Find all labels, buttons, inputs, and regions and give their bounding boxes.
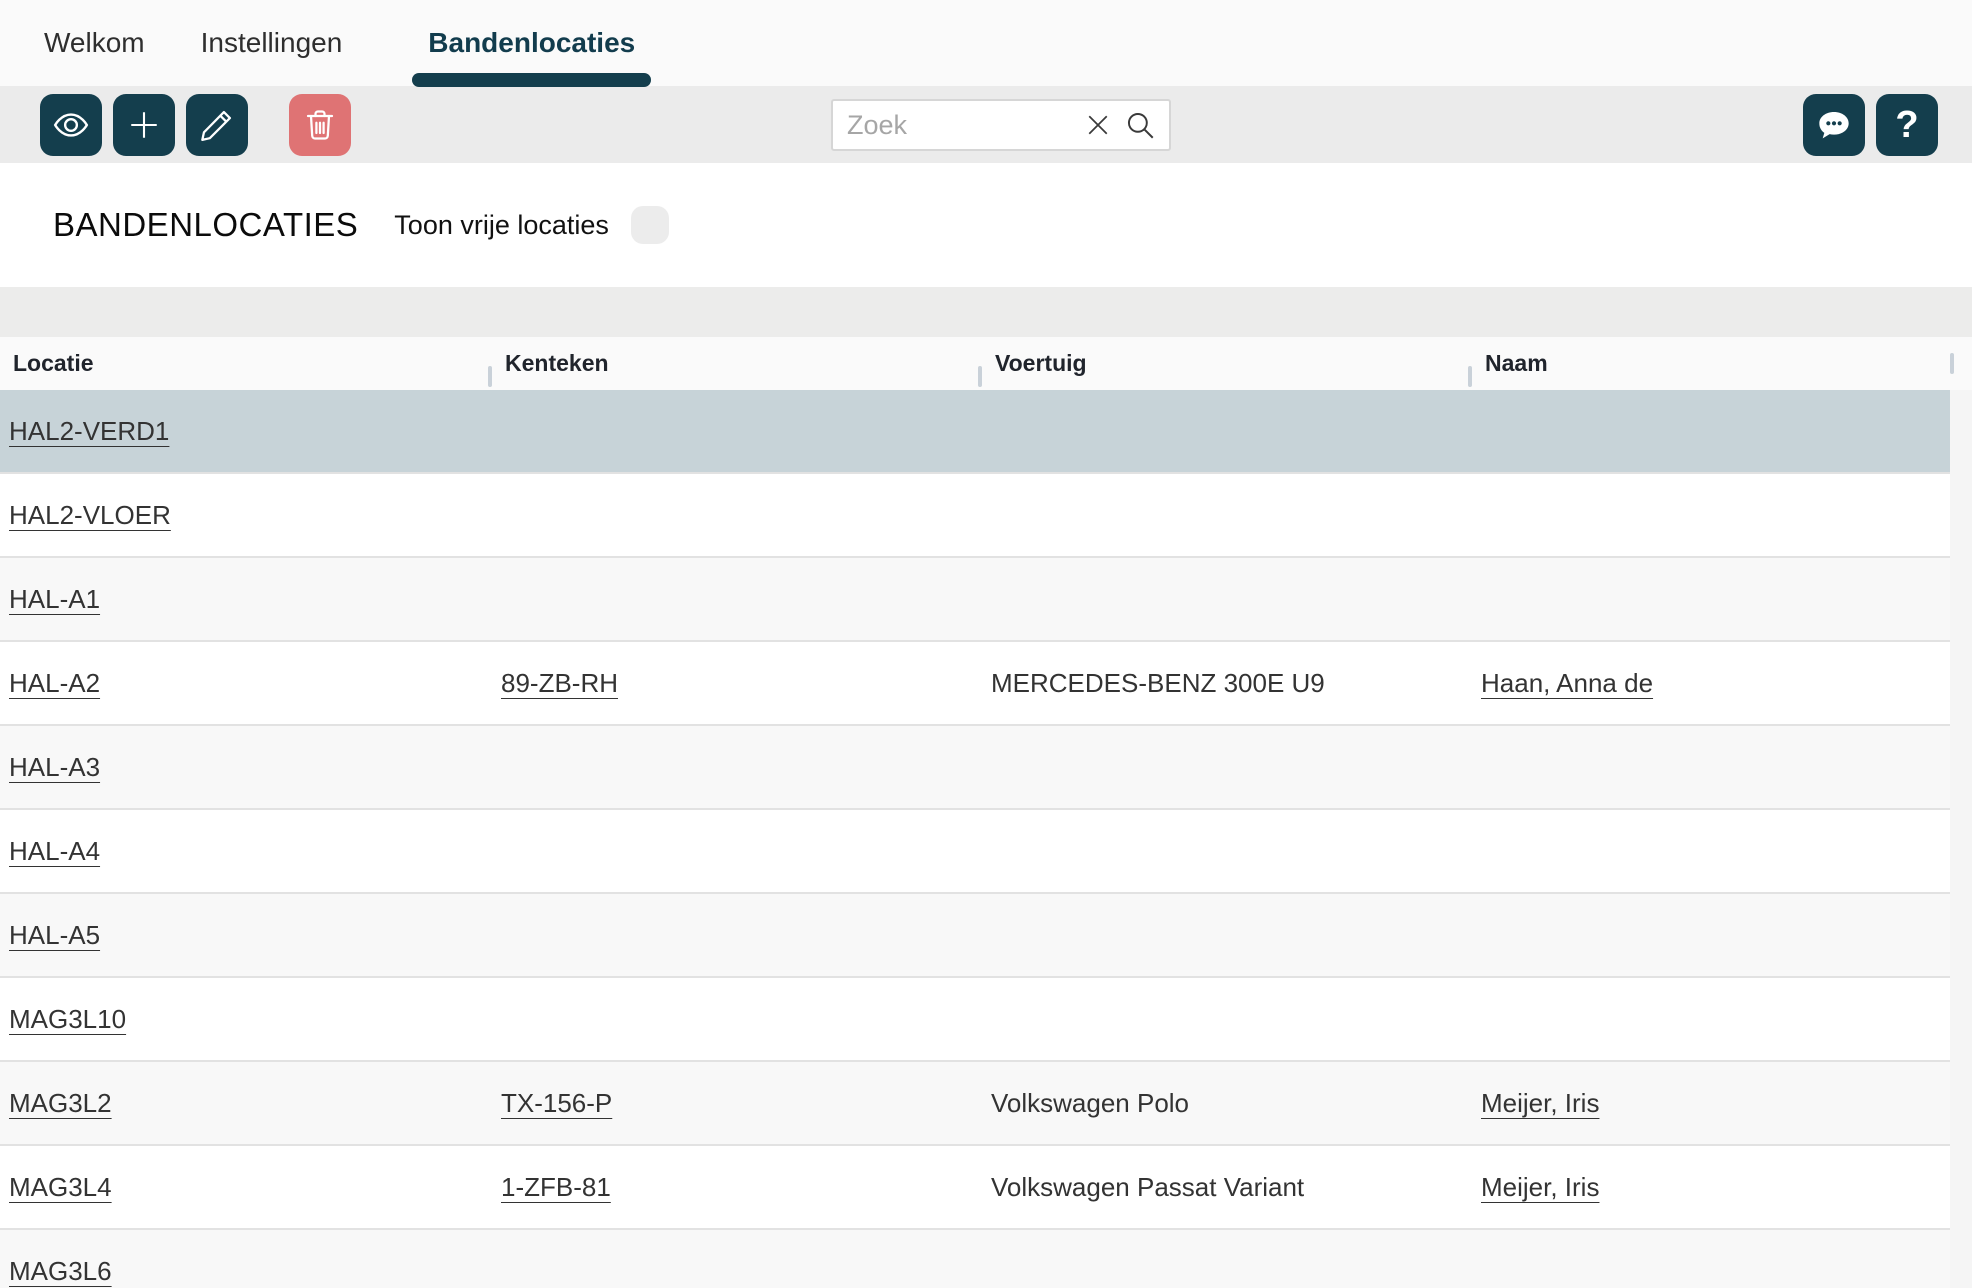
- locatie-link[interactable]: HAL-A2: [9, 668, 100, 698]
- table-row-hal-a5[interactable]: HAL-A5: [0, 894, 1950, 978]
- table-row-hal-a4[interactable]: HAL-A4: [0, 810, 1950, 894]
- plus-icon: [126, 107, 162, 143]
- locatie-link[interactable]: MAG3L4: [9, 1172, 112, 1202]
- column-header-kenteken[interactable]: Kenteken: [488, 350, 978, 377]
- tab-instellingen[interactable]: Instellingen: [201, 0, 343, 86]
- kenteken-link[interactable]: 1-ZFB-81: [501, 1172, 611, 1202]
- magnifier-icon[interactable]: [1119, 101, 1161, 149]
- cell-locatie: HAL-A4: [0, 836, 488, 867]
- feedback-button[interactable]: [1803, 94, 1865, 156]
- kenteken-link[interactable]: 89-ZB-RH: [501, 668, 618, 698]
- cell-locatie: MAG3L10: [0, 1004, 488, 1035]
- chat-bubble-icon: [1814, 105, 1854, 145]
- locatie-link[interactable]: MAG3L2: [9, 1088, 112, 1118]
- locatie-link[interactable]: HAL2-VLOER: [9, 500, 171, 530]
- cell-locatie: HAL-A3: [0, 752, 488, 783]
- help-button[interactable]: ?: [1876, 94, 1938, 156]
- eye-icon: [52, 106, 90, 144]
- show-free-locations-label: Toon vrije locaties: [394, 210, 609, 241]
- header-gray-band: [0, 287, 1972, 337]
- naam-link[interactable]: Haan, Anna de: [1481, 668, 1653, 698]
- title-bar: BANDENLOCATIES Toon vrije locaties: [0, 163, 1972, 287]
- table-body: HAL2-VERD1 HAL2-VLOER HAL-A1 HAL-A2 89-Z…: [0, 390, 1950, 1288]
- tab-bandenlocaties[interactable]: Bandenlocaties: [412, 0, 651, 86]
- cell-naam: Meijer, Iris: [1468, 1088, 1950, 1119]
- search-box: [831, 99, 1171, 151]
- locatie-link[interactable]: HAL-A1: [9, 584, 100, 614]
- tab-welkom[interactable]: Welkom: [44, 0, 145, 86]
- cell-locatie: HAL2-VERD1: [0, 416, 488, 447]
- naam-link[interactable]: Meijer, Iris: [1481, 1172, 1599, 1202]
- cell-locatie: HAL-A5: [0, 920, 488, 951]
- cell-kenteken: 1-ZFB-81: [488, 1172, 978, 1203]
- search-input[interactable]: [847, 110, 1077, 141]
- tab-bar: Welkom Instellingen Bandenlocaties: [0, 0, 1972, 86]
- trash-icon: [302, 107, 338, 143]
- table-row-mag3l4[interactable]: MAG3L4 1-ZFB-81 Volkswagen Passat Varian…: [0, 1146, 1950, 1230]
- locatie-link[interactable]: MAG3L6: [9, 1256, 112, 1286]
- table-row-hal-a3[interactable]: HAL-A3: [0, 726, 1950, 810]
- cell-locatie: MAG3L4: [0, 1172, 488, 1203]
- locatie-link[interactable]: MAG3L10: [9, 1004, 126, 1034]
- column-header-naam[interactable]: Naam: [1468, 350, 1950, 377]
- column-header-voertuig[interactable]: Voertuig: [978, 350, 1468, 377]
- show-free-locations-checkbox[interactable]: [631, 206, 669, 244]
- naam-link[interactable]: Meijer, Iris: [1481, 1088, 1599, 1118]
- edit-button[interactable]: [186, 94, 248, 156]
- question-mark-icon: ?: [1895, 104, 1918, 147]
- cell-locatie: HAL2-VLOER: [0, 500, 488, 531]
- cell-voertuig: Volkswagen Polo: [978, 1088, 1468, 1119]
- scrollbar-gutter: [1950, 390, 1972, 1288]
- cell-voertuig: Volkswagen Passat Variant: [978, 1172, 1468, 1203]
- table-row-hal-a2[interactable]: HAL-A2 89-ZB-RH MERCEDES-BENZ 300E U9 Ha…: [0, 642, 1950, 726]
- view-button[interactable]: [40, 94, 102, 156]
- table-row-hal2-vloer[interactable]: HAL2-VLOER: [0, 474, 1950, 558]
- pencil-icon: [199, 107, 235, 143]
- locatie-link[interactable]: HAL-A4: [9, 836, 100, 866]
- cell-locatie: HAL-A1: [0, 584, 488, 615]
- cell-voertuig: MERCEDES-BENZ 300E U9: [978, 668, 1468, 699]
- cell-kenteken: 89-ZB-RH: [488, 668, 978, 699]
- voertuig-text: MERCEDES-BENZ 300E U9: [991, 668, 1325, 698]
- cell-naam: Meijer, Iris: [1468, 1172, 1950, 1203]
- kenteken-link[interactable]: TX-156-P: [501, 1088, 612, 1118]
- toolbar: ?: [0, 86, 1972, 163]
- clear-search-icon[interactable]: [1077, 101, 1119, 149]
- locatie-link[interactable]: HAL-A3: [9, 752, 100, 782]
- locatie-link[interactable]: HAL-A5: [9, 920, 100, 950]
- delete-button[interactable]: [289, 94, 351, 156]
- cell-locatie: MAG3L6: [0, 1256, 488, 1287]
- table-row-hal-a1[interactable]: HAL-A1: [0, 558, 1950, 642]
- column-header-locatie[interactable]: Locatie: [0, 350, 488, 377]
- voertuig-text: Volkswagen Passat Variant: [991, 1172, 1304, 1202]
- table-row-mag3l10[interactable]: MAG3L10: [0, 978, 1950, 1062]
- table-row-mag3l6[interactable]: MAG3L6: [0, 1230, 1950, 1288]
- add-button[interactable]: [113, 94, 175, 156]
- cell-naam: Haan, Anna de: [1468, 668, 1950, 699]
- page-title: BANDENLOCATIES: [53, 206, 358, 244]
- voertuig-text: Volkswagen Polo: [991, 1088, 1189, 1118]
- column-separator-tick: [1950, 353, 1954, 374]
- table-header: Locatie Kenteken Voertuig Naam: [0, 337, 1972, 390]
- locatie-link[interactable]: HAL2-VERD1: [9, 416, 169, 446]
- cell-locatie: HAL-A2: [0, 668, 488, 699]
- table-row-mag3l2[interactable]: MAG3L2 TX-156-P Volkswagen Polo Meijer, …: [0, 1062, 1950, 1146]
- table-row-hal2-verd1[interactable]: HAL2-VERD1: [0, 390, 1950, 474]
- cell-locatie: MAG3L2: [0, 1088, 488, 1119]
- cell-kenteken: TX-156-P: [488, 1088, 978, 1119]
